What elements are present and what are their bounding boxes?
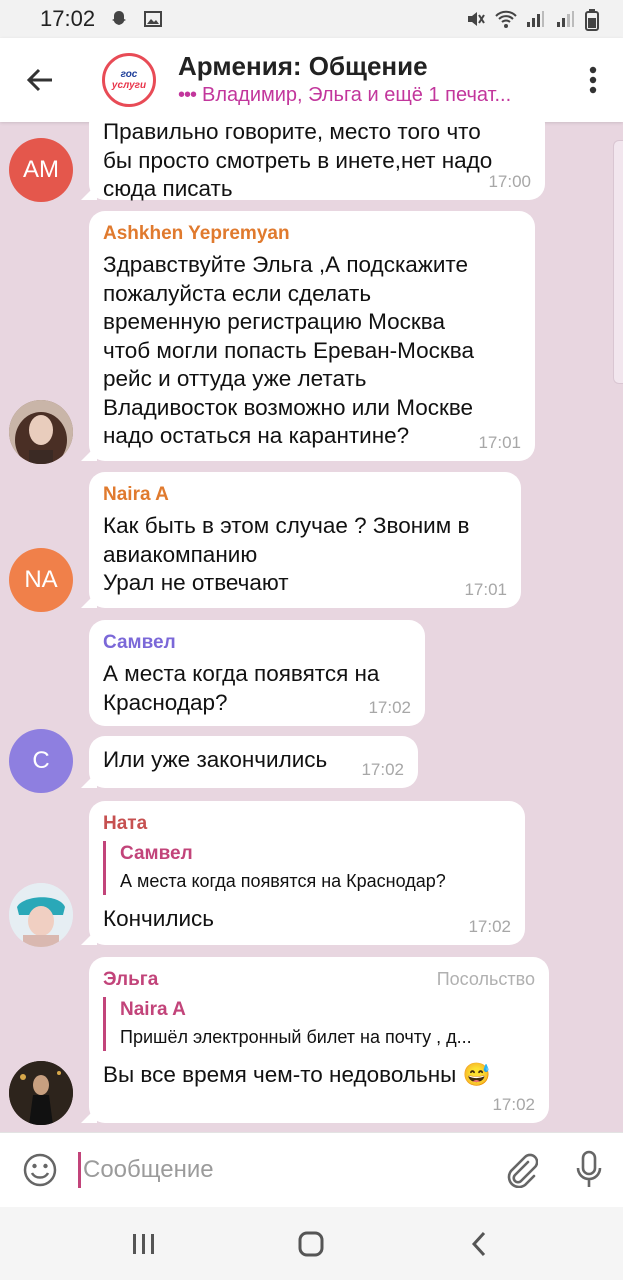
message-input-bar xyxy=(0,1132,623,1208)
attach-button[interactable] xyxy=(487,1133,555,1208)
back-button[interactable] xyxy=(0,38,80,122)
battery-icon xyxy=(585,9,605,31)
avatar-photo[interactable] xyxy=(9,1061,73,1125)
avatar-am[interactable]: AM xyxy=(9,138,73,202)
message-text: А места когда появятся на Краснодар? xyxy=(103,661,380,715)
emoji-button[interactable] xyxy=(0,1133,80,1208)
message-text: Или уже закончились xyxy=(103,747,328,772)
message-text: Здравствуйте Эльга ,А подскажите пожалуй… xyxy=(103,252,474,448)
recent-apps-icon xyxy=(132,1233,154,1254)
message-bubble[interactable]: Правильно говорите, место того что бы пр… xyxy=(89,122,545,201)
message-time: 17:01 xyxy=(464,580,507,599)
more-menu-button[interactable] xyxy=(563,38,623,122)
recent-apps-button[interactable] xyxy=(104,1207,184,1280)
reply-quote[interactable]: Naira A Пришёл электронный билет на почт… xyxy=(103,997,535,1051)
message-text: Кончились xyxy=(103,906,215,931)
gallery-icon xyxy=(143,9,163,29)
system-nav-bar xyxy=(0,1207,623,1280)
person-photo-icon xyxy=(9,1061,73,1125)
signal-icon-2 xyxy=(555,9,575,29)
message-sender[interactable]: Ashkhen Yepremyan xyxy=(103,221,521,247)
message-text: Как быть в этом случае ? Звоним в авиако… xyxy=(103,513,470,595)
message-time: 17:00 xyxy=(488,172,531,191)
message-list[interactable]: Правильно говорите, место того что бы пр… xyxy=(0,122,623,1132)
message-time: 17:01 xyxy=(478,433,521,452)
message-input[interactable] xyxy=(80,1132,487,1208)
message-time: 17:02 xyxy=(468,917,511,936)
chat-avatar[interactable]: гос услуги xyxy=(102,53,156,107)
emoji-icon xyxy=(23,1153,57,1187)
message-sender[interactable]: Самвел xyxy=(103,630,411,656)
member-role-label: Посольство xyxy=(436,969,535,989)
home-button[interactable] xyxy=(271,1207,351,1280)
person-photo-icon xyxy=(9,883,73,947)
reply-sender: Самвел xyxy=(120,843,193,864)
reply-text: А места когда появятся на Краснодар? xyxy=(120,871,446,891)
avatar-photo[interactable] xyxy=(9,883,73,947)
message-text: Вы все время чем-то недовольны 😅 xyxy=(103,1062,491,1087)
avatar-text-line1: гос xyxy=(120,68,138,80)
mute-icon xyxy=(465,9,485,29)
message-time: 17:02 xyxy=(361,760,404,779)
avatar-na[interactable]: NA xyxy=(9,548,73,612)
message-time: 17:02 xyxy=(492,1095,535,1114)
wifi-icon xyxy=(495,9,517,29)
message-time: 17:02 xyxy=(368,698,411,717)
text-cursor xyxy=(78,1152,81,1188)
home-icon xyxy=(298,1231,324,1256)
reply-text: Пришёл электронный билет на почту , д... xyxy=(120,1027,472,1047)
message-sender[interactable]: Ната xyxy=(103,811,511,837)
typing-text: Владимир, Эльга и ещё 1 печат... xyxy=(202,84,512,106)
message-bubble[interactable]: Naira A Как быть в этом случае ? Звоним … xyxy=(89,472,521,608)
signal-icon xyxy=(525,9,545,29)
status-bar: 17:02 xyxy=(0,0,623,38)
message-sender[interactable]: Naira A xyxy=(103,482,507,508)
message-bubble[interactable]: Или уже закончились 17:02 xyxy=(89,736,418,788)
message-bubble[interactable]: Ashkhen Yepremyan Здравствуйте Эльга ,А … xyxy=(89,211,535,461)
avatar-photo[interactable] xyxy=(9,400,73,464)
message-bubble[interactable]: Эльга Посольство Naira A Пришёл электрон… xyxy=(89,957,549,1123)
scroll-handle[interactable] xyxy=(613,140,623,384)
voice-record-button[interactable] xyxy=(555,1133,623,1208)
chevron-left-icon xyxy=(472,1231,486,1256)
reply-quote[interactable]: Самвел А места когда появятся на Краснод… xyxy=(103,841,511,895)
chat-title: Армения: Общение xyxy=(178,51,428,81)
system-back-button[interactable] xyxy=(439,1207,519,1280)
message-text: Правильно говорите, место того что бы пр… xyxy=(103,122,493,201)
typing-indicator: ••• Владимир, Эльга и ещё 1 печат... xyxy=(178,81,548,109)
snapchat-icon xyxy=(109,9,129,29)
message-bubble[interactable]: Самвел А места когда появятся на Краснод… xyxy=(89,620,425,726)
person-photo-icon xyxy=(9,400,73,464)
typing-dots-icon: ••• xyxy=(178,84,197,106)
paperclip-icon xyxy=(507,1153,538,1188)
message-bubble[interactable]: Ната Самвел А места когда появятся на Кр… xyxy=(89,801,525,945)
arrow-left-icon xyxy=(26,68,52,92)
reply-sender: Naira A xyxy=(120,999,186,1020)
microphone-icon xyxy=(576,1150,602,1187)
avatar-text-line2: услуги xyxy=(111,79,147,91)
more-vertical-icon xyxy=(589,66,597,94)
chat-header: гос услуги Армения: Общение ••• Владимир,… xyxy=(0,38,623,122)
chat-title-block[interactable]: Армения: Общение ••• Владимир, Эльга и ещ… xyxy=(178,51,548,109)
avatar-c[interactable]: С xyxy=(9,729,73,793)
status-time: 17:02 xyxy=(40,6,96,31)
